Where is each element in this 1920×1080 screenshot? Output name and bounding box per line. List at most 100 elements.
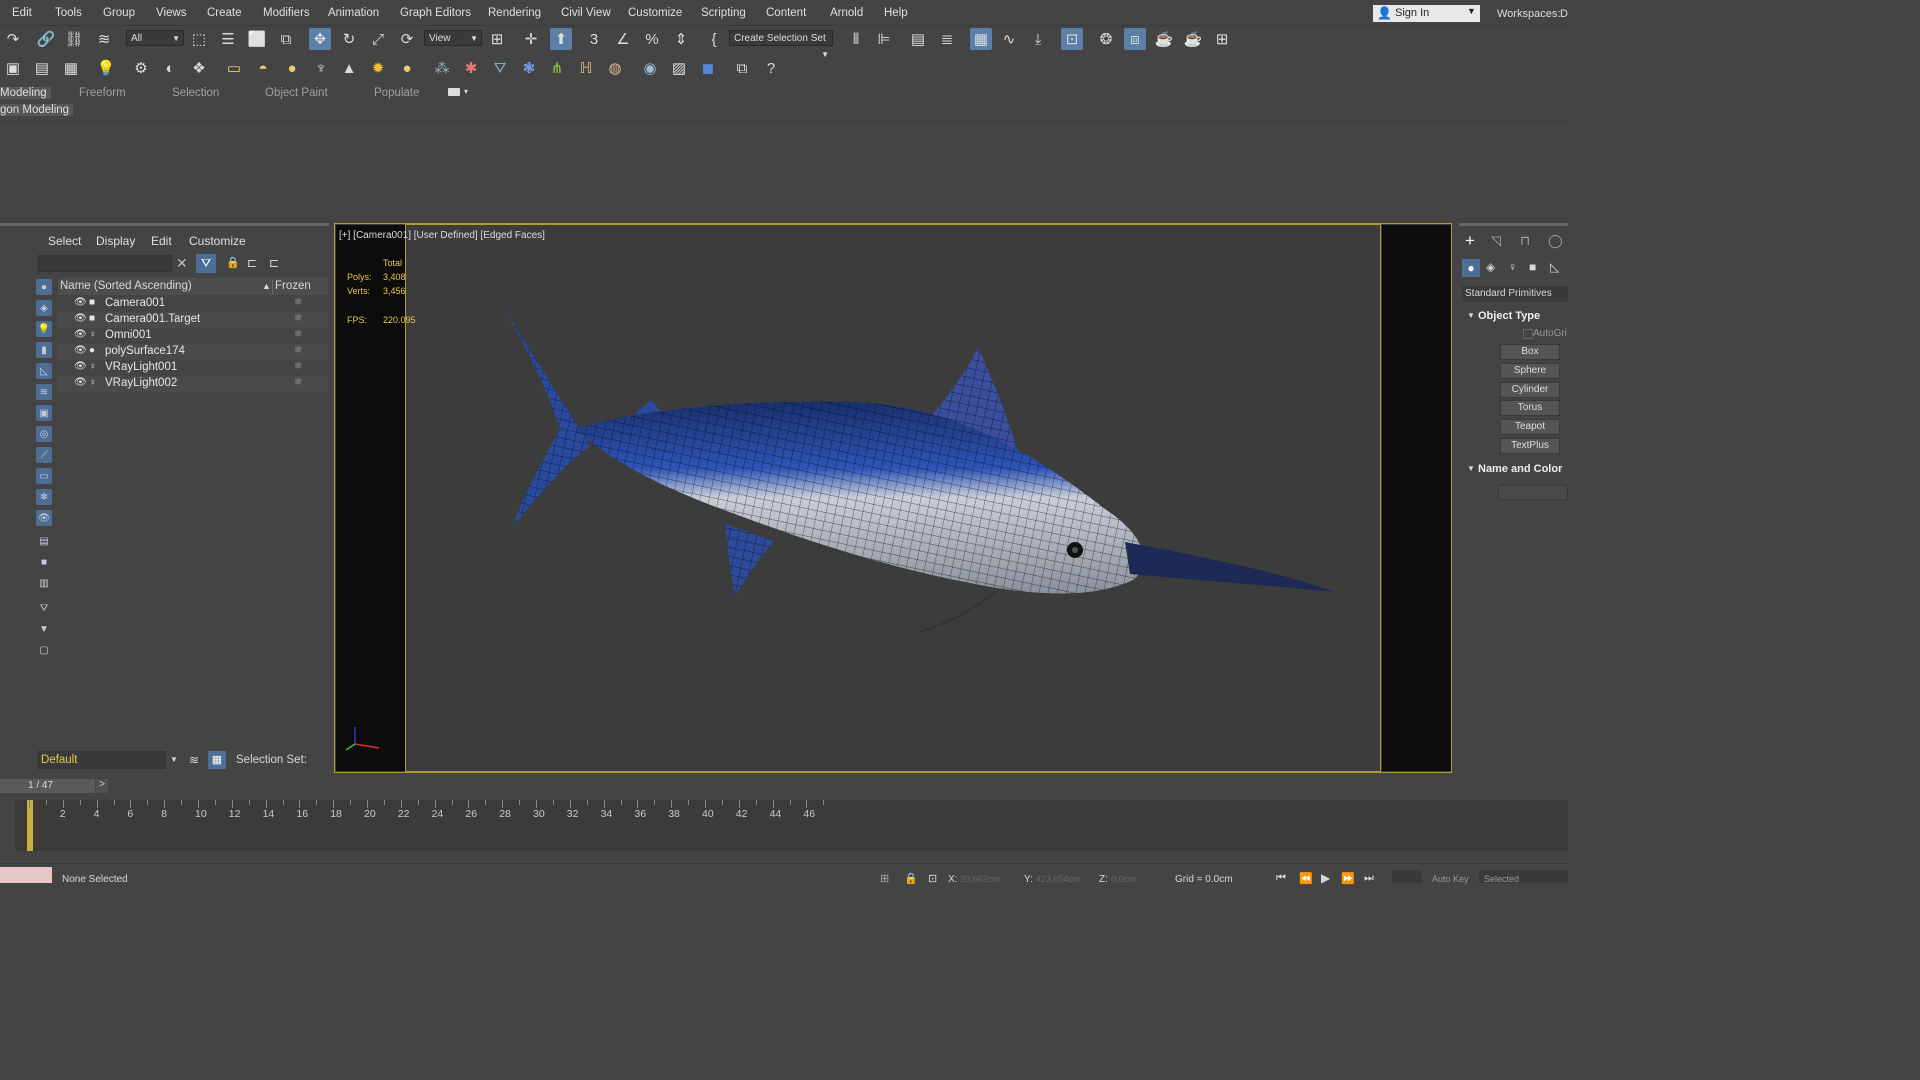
explorer-search-input[interactable] [38,255,172,272]
chevron-down-icon[interactable]: ▼ [170,755,178,764]
next-frame-button[interactable]: > [96,779,108,793]
list-item[interactable]: 👁 ♀ VRayLight001 ❄ [58,360,328,376]
window-crossing-icon[interactable]: ⧉ [275,28,297,50]
light-lister-icon[interactable]: 💡 [95,57,117,79]
schematic-view-icon[interactable]: ⊡ [1061,28,1083,50]
time-marker[interactable] [27,800,33,851]
object-type-title[interactable]: Object Type [1478,310,1540,322]
render-iterative-icon[interactable]: ⊞ [1211,28,1233,50]
align-icon[interactable]: ⊫ [873,28,895,50]
spacewarps-filter-icon[interactable]: ≋ [36,384,52,400]
eye-icon[interactable]: 👁 [74,329,87,340]
sphere-button[interactable]: Sphere [1500,363,1560,379]
timeline-track[interactable] [15,800,1568,851]
dope-sheet-icon[interactable]: ⤓ [1027,28,1049,50]
x-value[interactable]: 20.662cm [960,874,1000,884]
helpers-filter-icon[interactable]: ◺ [36,363,52,379]
shapes-category-icon[interactable]: ◈ [1486,260,1495,274]
hierarchy-expand-icon[interactable]: ⊏ [269,256,279,270]
xrefs-filter-icon[interactable]: ◎ [36,426,52,442]
freeze-icon[interactable]: ❄ [294,345,302,356]
collapse-icon[interactable]: ▼ [1467,311,1475,320]
filter-by-icon[interactable]: ⛛ [36,600,52,616]
menu-graph-editors[interactable]: Graph Editors [400,7,471,19]
lock-selection-icon[interactable]: 🔒 [904,872,918,885]
clear-search-icon[interactable]: ✕ [176,255,188,272]
shell-icon[interactable]: ◍ [604,57,626,79]
material-editor-icon[interactable]: ❂ [1095,28,1117,50]
select-manipulate-icon[interactable]: ✛ [520,28,542,50]
play-icon[interactable]: ▶ [1321,871,1330,885]
menu-customize[interactable]: Customize [628,7,682,19]
scene-explorer-icon[interactable]: ▤ [907,28,929,50]
ribbon-toggle-icon[interactable]: ▦ [970,28,992,50]
tab-modeling[interactable]: Modeling [0,87,51,99]
help-icon[interactable]: ? [760,57,782,79]
hierarchy-tab-icon[interactable]: ⊓ [1520,233,1530,249]
render-sphere-icon[interactable]: ◉ [639,57,661,79]
proxy-icon[interactable]: ⁂ [431,57,453,79]
object-name-input[interactable] [1498,485,1568,500]
unlink-icon[interactable]: ⛓ [63,28,85,50]
grass-icon[interactable]: ⋔ [546,57,568,79]
redo-icon[interactable]: ↷ [2,28,24,50]
workspaces-value[interactable]: D [1560,8,1568,20]
column-frozen-header[interactable]: Frozen [275,280,311,292]
create-tab-icon[interactable]: + [1465,231,1475,251]
explorer-menu-display[interactable]: Display [96,234,135,248]
groups-filter-icon[interactable]: ▣ [36,405,52,421]
time-slider[interactable]: 1 / 47 [0,779,95,793]
menu-scripting[interactable]: Scripting [701,7,746,19]
name-and-color-title[interactable]: Name and Color [1478,463,1562,475]
box-button[interactable]: Box [1500,344,1560,360]
container-icon[interactable]: ▦ [60,57,82,79]
geometry-filter-icon[interactable]: ● [36,279,52,295]
frozen-filter-icon[interactable]: ❄ [36,489,52,505]
mesh-clipper-icon[interactable]: ❃ [518,57,540,79]
rendered-frame-icon[interactable]: ☕ [1153,28,1175,50]
menu-tools[interactable]: Tools [55,7,82,19]
angle-snap-icon[interactable]: ∠ [612,28,634,50]
plane-primitive-icon[interactable]: ▭ [223,57,245,79]
tab-freeform[interactable]: Freeform [79,87,126,99]
next-frame-icon[interactable]: ⏩ [1341,872,1355,885]
auto-key-button[interactable]: Auto Key [1432,874,1469,884]
edit-named-selection-icon[interactable]: { [703,28,725,50]
display-invert-icon[interactable]: ▥ [36,575,52,591]
geometry-category-icon[interactable]: ● [1462,259,1480,277]
display-all-icon[interactable]: ▤ [36,533,52,549]
hair-icon[interactable]: ◐ [159,57,181,79]
script-listener-icon[interactable]: ▤ [31,57,53,79]
list-item[interactable]: 👁 ♀ VRayLight002 ❄ [58,376,328,392]
cameras-filter-icon[interactable]: ▮ [36,342,52,358]
rectangular-selection-icon[interactable]: ⬜ [246,28,268,50]
display-none-icon[interactable]: ■ [36,554,52,570]
lock-icon[interactable]: 🔒 [226,256,240,269]
menu-animation[interactable]: Animation [328,7,379,19]
sun-icon[interactable]: ✹ [367,57,389,79]
percent-snap-icon[interactable]: % [641,28,663,50]
motion-tab-icon[interactable]: ◯ [1548,233,1563,249]
eye-icon[interactable]: 👁 [74,297,87,308]
pivot-center-icon[interactable]: ⊞ [486,28,508,50]
menu-modifiers[interactable]: Modifiers [263,7,310,19]
collapse-icon[interactable]: ▼ [1467,464,1475,473]
scene-converter-icon[interactable]: ⧉ [731,57,753,79]
tab-object-paint[interactable]: Object Paint [265,87,328,99]
filter-icon[interactable]: ⛛ [196,254,216,273]
frame-buffer-icon[interactable]: ▨ [668,57,690,79]
cylinder-button[interactable]: Cylinder [1500,382,1560,398]
hemisphere-icon[interactable]: ◓ [252,57,274,79]
helpers-category-icon[interactable]: ◺ [1550,260,1559,274]
absolute-mode-icon[interactable]: ⊡ [928,872,937,885]
spinner-snap-icon[interactable]: ⇕ [670,28,692,50]
ribbon-sub-label[interactable]: gon Modeling [0,104,74,116]
vray-render-icon[interactable]: ◼ [697,57,719,79]
layer-explorer-icon[interactable]: ≣ [936,28,958,50]
teapot-button[interactable]: Teapot [1500,419,1560,435]
textplus-button[interactable]: TextPlus [1500,438,1560,454]
menu-group[interactable]: Group [103,7,135,19]
hidden-filter-icon[interactable]: 👁 [36,510,52,526]
lights-category-icon[interactable]: ♀ [1508,260,1517,274]
column-name-header[interactable]: Name (Sorted Ascending) [60,280,192,292]
